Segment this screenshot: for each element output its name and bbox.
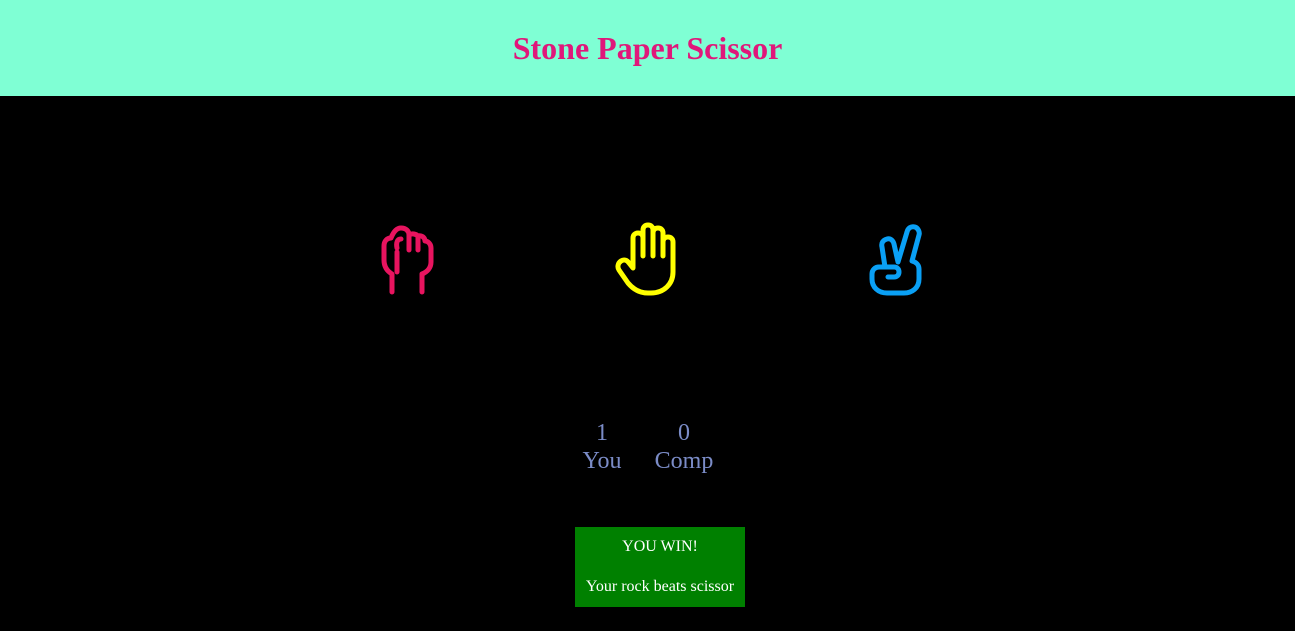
comp-score: 0 [678, 420, 690, 446]
user-score: 1 [596, 420, 608, 446]
user-score-panel: 1 You [580, 419, 624, 475]
rock-choice[interactable] [376, 222, 438, 298]
victory-hand-icon [869, 224, 922, 296]
comp-score-label: Comp [654, 448, 714, 474]
page-title: Stone Paper Scissor [512, 29, 783, 66]
comp-score-panel: 0 Comp [652, 419, 716, 475]
scissor-choice[interactable] [862, 221, 928, 298]
result-message: Your rock beats scissor [585, 578, 735, 595]
result-status: YOU WIN! [622, 538, 698, 555]
score-board: 1 You 0 Comp [570, 419, 730, 483]
user-score-label: You [582, 448, 622, 474]
fist-icon [381, 225, 434, 295]
paper-choice[interactable] [610, 220, 686, 298]
open-hand-icon [615, 222, 676, 296]
header-bar: Stone Paper Scissor [0, 0, 1295, 96]
result-message-box: YOU WIN! Your rock beats scissor [575, 527, 745, 607]
